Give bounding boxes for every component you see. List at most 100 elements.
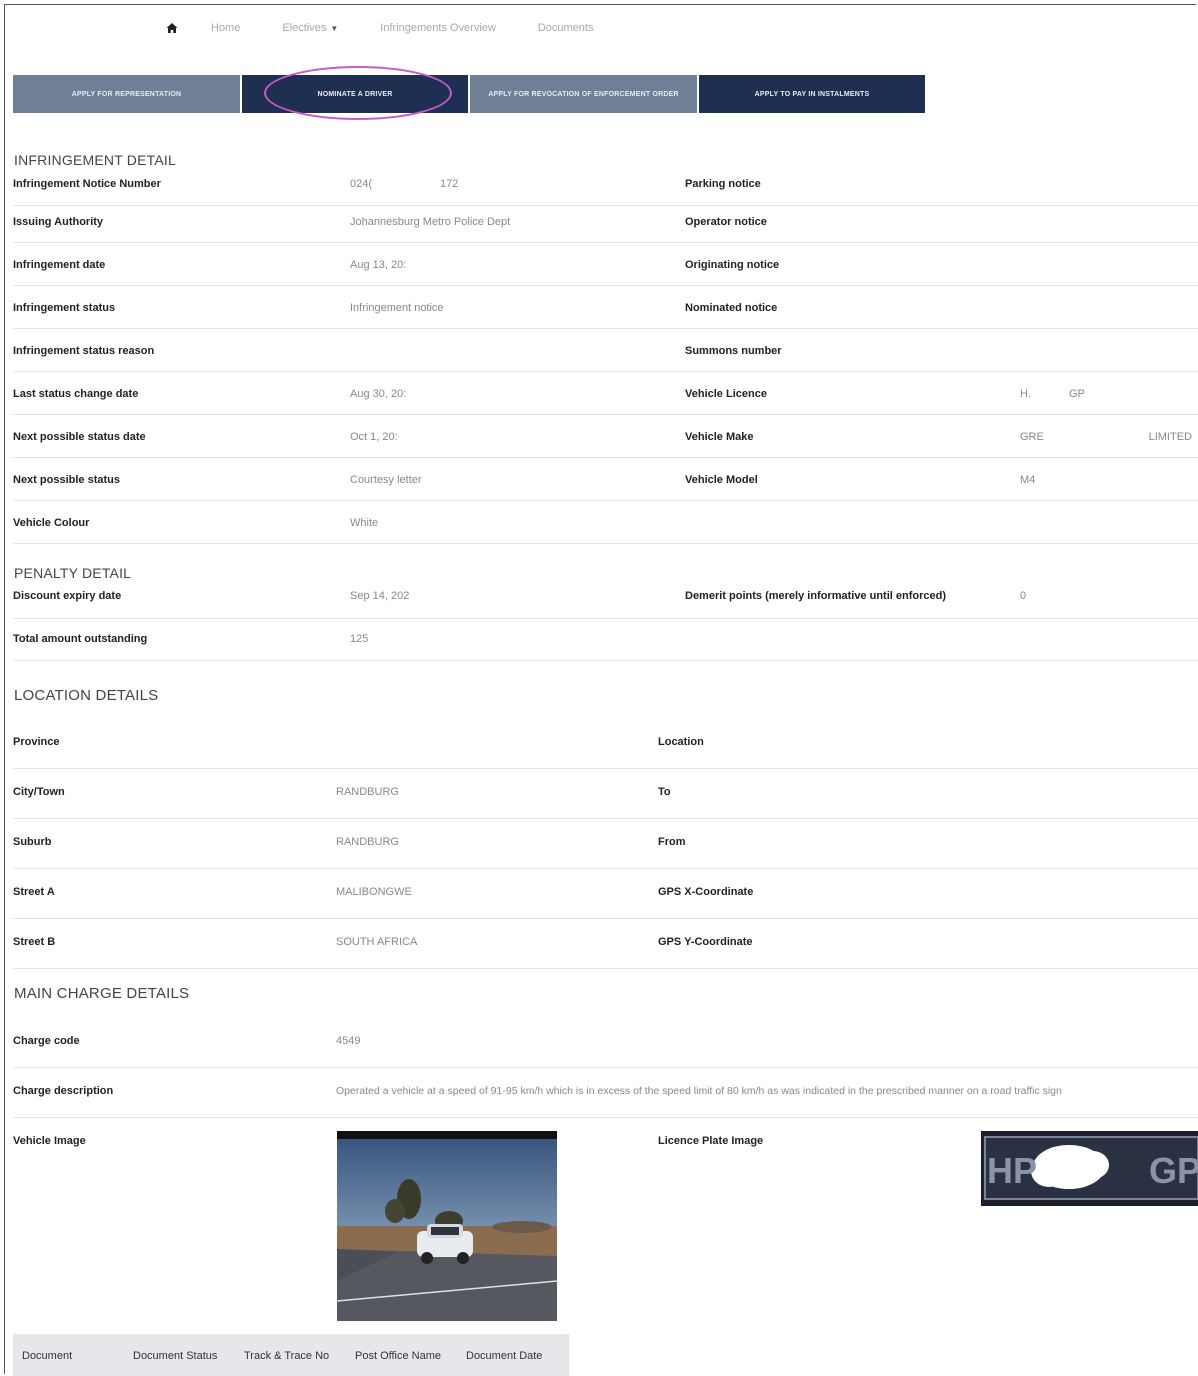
infringement-field-label: Last status change date	[13, 388, 139, 400]
infringement-field-value: Johannesburg Metro Police Dept	[350, 216, 511, 228]
infringement-field-value: White	[350, 517, 379, 529]
infringement-field-value: Aug 13, 20:	[350, 259, 407, 271]
location-field-label-right: GPS X-Coordinate	[658, 886, 754, 898]
infringement-field-value: Oct 1, 20:	[350, 431, 398, 443]
charge-description-value: Operated a vehicle at a speed of 91-95 k…	[336, 1085, 1062, 1097]
infringement-row: Next possible status Courtesy letter Vehic…	[13, 458, 1198, 501]
infringement-field-value: Aug 30, 20:	[350, 388, 407, 400]
penalty-field-label-right: Demerit points (merely informative until…	[685, 590, 946, 602]
nav-electives-label: Electives	[282, 22, 327, 34]
infringement-field-value-right: H.	[1020, 388, 1031, 400]
nav-documents[interactable]: Documents	[538, 22, 594, 34]
col-document-date: Document Date	[466, 1350, 543, 1362]
penalty-detail-title: PENALTY DETAIL	[14, 565, 132, 581]
location-row: Province Location	[13, 719, 1198, 769]
apply-for-revocation-button[interactable]: APPLY FOR REVOCATION OF ENFORCEMENT ORDE…	[470, 75, 699, 113]
infringement-field-label: Infringement status reason	[13, 345, 155, 357]
infringement-field-value-right: M4	[1020, 474, 1036, 486]
caret-down-icon: ▼	[330, 24, 339, 33]
col-track-trace: Track & Trace No	[244, 1350, 330, 1362]
infringement-field-value: 024(	[350, 178, 373, 190]
location-field-value: RANDBURG	[336, 786, 399, 798]
col-post-office-name: Post Office Name	[355, 1350, 441, 1362]
penalty-field-value: Sep 14, 202	[350, 590, 410, 602]
infringement-field-label: Next possible status date	[13, 431, 146, 443]
apply-for-representation-button[interactable]: APPLY FOR REPRESENTATION	[13, 75, 242, 113]
penalty-field-label: Total amount outstanding	[13, 633, 148, 645]
location-field-label-right: Location	[658, 736, 704, 748]
infringement-field-value: Courtesy letter	[350, 474, 422, 486]
infringement-field-label: Next possible status	[13, 474, 120, 486]
infringement-field-label-right: Vehicle Licence	[685, 388, 767, 400]
plate-photo-drawing: HP GP	[984, 1136, 1198, 1200]
home-icon[interactable]	[165, 21, 179, 35]
infringement-field-label-right: Parking notice	[685, 178, 761, 190]
location-field-value: RANDBURG	[336, 836, 399, 848]
location-field-value: SOUTH AFRICA	[336, 936, 418, 948]
infringement-row: Infringement status Infringement notice No…	[13, 286, 1198, 329]
col-document: Document	[22, 1350, 73, 1362]
infringement-field-label: Infringement status	[13, 302, 116, 314]
infringement-field-label-right: Originating notice	[685, 259, 780, 271]
infringement-field-label-right: Summons number	[685, 345, 782, 357]
action-bar: APPLY FOR REPRESENTATION NOMINATE A DRIV…	[13, 75, 925, 113]
vehicle-photo-drawing	[337, 1131, 557, 1321]
licence-plate-image[interactable]: HP GP	[981, 1131, 1198, 1206]
location-field-value: MALIBONGWE	[336, 886, 412, 898]
location-field-label: City/Town	[13, 786, 65, 798]
infringement-detail-title: INFRINGEMENT DETAIL	[14, 152, 176, 168]
location-details-title: LOCATION DETAILS	[14, 687, 159, 704]
infringement-row: Issuing Authority Johannesburg Metro Poli…	[13, 200, 1198, 243]
location-field-label-right: From	[658, 836, 686, 848]
licence-plate-image-label: Licence Plate Image	[658, 1135, 764, 1147]
penalty-field-value-right: 0	[1020, 590, 1027, 602]
col-document-status: Document Status	[133, 1350, 218, 1362]
charge-description-label: Charge description	[13, 1085, 114, 1097]
charge-description-row: Charge description Operated a vehicle at…	[13, 1068, 1198, 1118]
location-row: Suburb RANDBURG From	[13, 819, 1198, 869]
location-field-label: Street A	[13, 886, 55, 898]
infringement-field-label: Issuing Authority	[13, 216, 104, 228]
nav-infringements-overview[interactable]: Infringements Overview	[380, 22, 496, 34]
infringement-field-value-right: GRE	[1020, 431, 1044, 443]
infringement-field-label-right: Operator notice	[685, 216, 767, 228]
infringement-field-label-right: Nominated notice	[685, 302, 778, 314]
location-field-label-right: GPS Y-Coordinate	[658, 936, 753, 948]
infringement-row: Next possible status date Oct 1, 20: Vehic…	[13, 415, 1198, 458]
infringement-row: Infringement date Aug 13, 20: Originating …	[13, 243, 1198, 286]
infringement-field-label: Infringement date	[13, 259, 106, 271]
infringement-field-value-right-extra: GP	[1069, 388, 1085, 400]
infringement-field-value-extra: 172	[440, 178, 459, 190]
charge-code-value: 4549	[336, 1035, 361, 1047]
location-row: City/Town RANDBURG To	[13, 769, 1198, 819]
infringement-field-label-right: Vehicle Make	[685, 431, 754, 443]
nav-home[interactable]: Home	[211, 22, 240, 34]
plate-right-text: GP	[1149, 1150, 1198, 1191]
charge-code-row: Charge code 4549	[13, 1018, 1198, 1068]
charge-code-label: Charge code	[13, 1035, 80, 1047]
main-charge-details-title: MAIN CHARGE DETAILS	[14, 985, 190, 1002]
vehicle-image[interactable]	[337, 1131, 557, 1321]
infringement-field-label: Infringement Notice Number	[13, 178, 161, 190]
penalty-field-value: 125	[350, 633, 369, 645]
penalty-row: Discount expiry date Sep 14, 202 Demerit p…	[13, 583, 1198, 619]
infringement-field-label: Vehicle Colour	[13, 517, 90, 529]
plate-left-text: HP	[987, 1150, 1037, 1191]
location-field-label: Street B	[13, 936, 56, 948]
location-row: Street B SOUTH AFRICA GPS Y-Coordinate	[13, 919, 1198, 969]
location-field-label: Province	[13, 736, 60, 748]
infringement-row: Last status change date Aug 30, 20: Vehicl…	[13, 372, 1198, 415]
location-field-label: Suburb	[13, 836, 52, 848]
infringement-field-label-right: Vehicle Model	[685, 474, 758, 486]
top-navigation: Home Electives ▼ Infringements Overview D…	[165, 18, 635, 38]
penalty-field-label: Discount expiry date	[13, 590, 122, 602]
apply-to-pay-in-instalments-button[interactable]: APPLY TO PAY IN INSTALMENTS	[699, 75, 925, 113]
location-row: Street A MALIBONGWE GPS X-Coordinate	[13, 869, 1198, 919]
nav-electives[interactable]: Electives ▼	[282, 22, 338, 34]
infringement-row: Infringement status reason Summons number	[13, 329, 1198, 372]
nominate-a-driver-button[interactable]: NOMINATE A DRIVER	[242, 75, 470, 113]
infringement-row: Vehicle Colour White	[13, 501, 1198, 544]
infringement-field-value: Infringement notice	[350, 302, 444, 314]
infringement-field-value-right-extra: LIMITED	[1148, 431, 1192, 443]
penalty-row: Total amount outstanding 125	[13, 619, 1198, 661]
